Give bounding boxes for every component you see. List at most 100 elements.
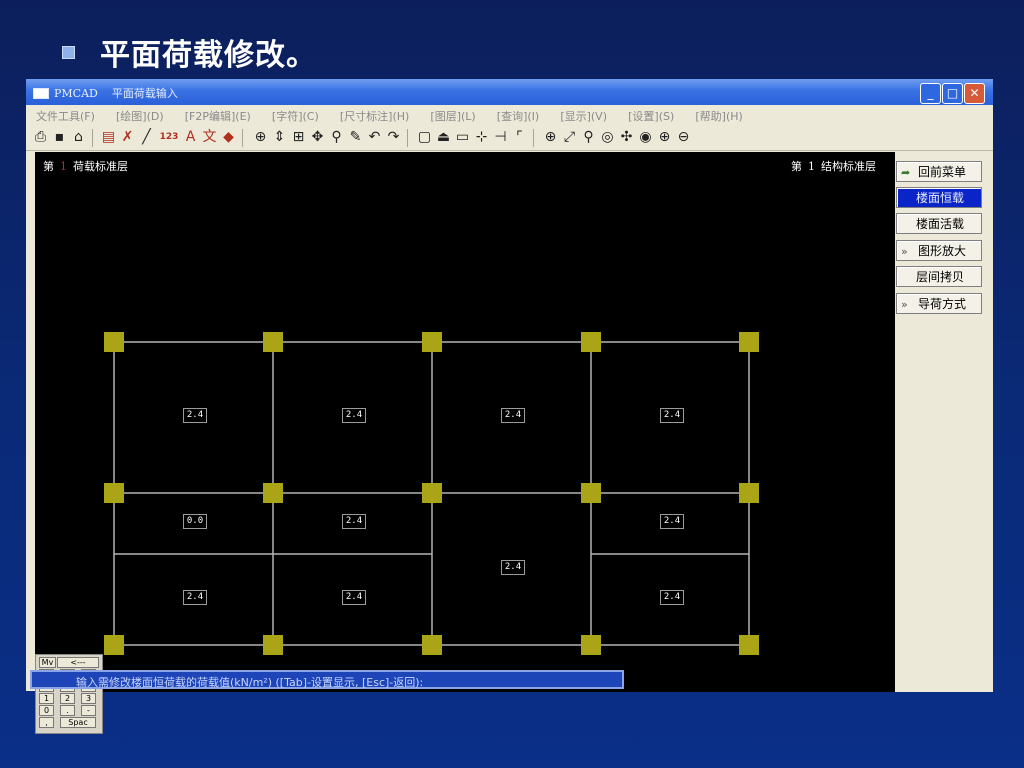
trim-icon[interactable]: ⊹ <box>473 129 490 146</box>
column <box>581 483 601 503</box>
menu-bar: 文件工具(F) [绘图](D) [F2P编辑](E) [字符](C) [尺寸标注… <box>26 105 993 126</box>
new-icon[interactable]: ▢ <box>416 129 433 146</box>
layer-icon[interactable]: ▤ <box>100 129 117 146</box>
toolbar: ⎙ ▪ ⌂ ▤ ✗ ╱ 123 A 文 ◆ ⊕ ⇕ ⊞ ✥ ⚲ ✎ ↶ ↷ ▢ … <box>26 126 993 151</box>
slab-load-value[interactable]: 2.4 <box>183 590 207 605</box>
toolbar-separator <box>407 129 408 147</box>
menu-text[interactable]: [字符](C) <box>272 108 319 124</box>
floor-plan-grid <box>104 332 759 655</box>
rectangle-icon[interactable]: ▭ <box>454 129 471 146</box>
numbering-icon[interactable]: 123 <box>158 129 180 146</box>
menu-layer[interactable]: [图层](L) <box>430 108 475 124</box>
app-name: PMCAD <box>54 87 98 100</box>
open-icon[interactable]: ⌂ <box>70 129 87 146</box>
zoom-realtime-icon[interactable]: ◉ <box>637 129 654 146</box>
key-2[interactable]: 2 <box>60 693 75 704</box>
slab-load-value[interactable]: 2.4 <box>660 590 684 605</box>
slab-load-value[interactable]: 2.4 <box>342 514 366 529</box>
column <box>263 483 283 503</box>
slide-bullet <box>62 46 75 59</box>
column <box>581 332 601 352</box>
color-icon[interactable]: ◆ <box>220 129 237 146</box>
key-1[interactable]: 1 <box>39 693 54 704</box>
grid-icon[interactable]: ⊕ <box>252 129 269 146</box>
zoom-out-icon[interactable]: ⊖ <box>675 129 692 146</box>
double-chevron-icon: » <box>901 245 908 258</box>
toolbar-separator <box>533 129 534 147</box>
key-3[interactable]: 3 <box>81 693 96 704</box>
menu-draw[interactable]: [绘图](D) <box>116 108 164 124</box>
side-btn-floor-dead-load[interactable]: 楼面恒载 <box>896 187 982 208</box>
key-space[interactable]: Spac <box>60 717 96 728</box>
key-0[interactable]: 0 <box>39 705 54 716</box>
pan-icon[interactable]: ✥ <box>309 129 326 146</box>
slide-title: 平面荷载修改。 <box>100 38 317 73</box>
close-button[interactable]: ✕ <box>964 83 985 104</box>
numeric-keypad: Mv <--- 7 8 9 4 5 6 1 2 3 0 . - , Spac <box>35 654 103 734</box>
zoom-all-icon[interactable]: ⤢ <box>561 129 578 146</box>
menu-query[interactable]: [查询](I) <box>497 108 539 124</box>
column <box>263 332 283 352</box>
key-mv[interactable]: Mv <box>39 657 56 668</box>
key-minus[interactable]: - <box>81 705 96 716</box>
array-icon[interactable]: ⊞ <box>290 129 307 146</box>
fillet-icon[interactable]: ⌜ <box>511 129 528 146</box>
menu-dimension[interactable]: [尺寸标注](H) <box>340 108 409 124</box>
edit-icon[interactable]: ✎ <box>347 129 364 146</box>
redo-icon[interactable]: ↷ <box>385 129 402 146</box>
snap-icon[interactable]: ⚲ <box>328 129 345 146</box>
column <box>422 332 442 352</box>
column <box>739 483 759 503</box>
line-icon[interactable]: ╱ <box>138 129 155 146</box>
side-menu: ➦ 回前菜单 楼面恒载 楼面活载 » 图形放大 层间拷贝 » 导荷方式 <box>895 152 993 692</box>
menu-help[interactable]: [帮助](H) <box>695 108 742 124</box>
zoom-dynamic-icon[interactable]: ◎ <box>599 129 616 146</box>
slab-load-value[interactable]: 2.4 <box>342 590 366 605</box>
font-icon[interactable]: 文 <box>201 129 218 146</box>
slab-load-value[interactable]: 2.4 <box>660 408 684 423</box>
print-icon[interactable]: ⎙ <box>32 129 49 146</box>
slab-load-value[interactable]: 2.4 <box>183 408 207 423</box>
key-backspace[interactable]: <--- <box>57 657 99 668</box>
window-caption: 平面荷载输入 <box>111 87 178 100</box>
toolbar-separator <box>92 129 93 147</box>
back-arrow-icon: ➦ <box>901 166 911 179</box>
zoom-in-icon[interactable]: ⊕ <box>656 129 673 146</box>
command-line[interactable]: 输入需修改楼面恒荷载的荷载值(kN/m²) ([Tab]-设置显示, [Esc]… <box>30 670 624 689</box>
key-dot[interactable]: . <box>60 705 75 716</box>
maximize-button[interactable]: □ <box>942 83 963 104</box>
pan-realtime-icon[interactable]: ✣ <box>618 129 635 146</box>
toolbar-separator <box>242 129 243 147</box>
move-icon[interactable]: ⇕ <box>271 129 288 146</box>
side-btn-load-mode[interactable]: » 导荷方式 <box>896 293 982 314</box>
column <box>104 635 124 655</box>
side-btn-zoom[interactable]: » 图形放大 <box>896 240 982 261</box>
undo-icon[interactable]: ↶ <box>366 129 383 146</box>
zoom-window-icon[interactable]: ⊕ <box>542 129 559 146</box>
double-chevron-icon: » <box>901 298 908 311</box>
text-icon[interactable]: A <box>182 129 199 146</box>
key-comma[interactable]: , <box>39 717 54 728</box>
save-icon[interactable]: ▪ <box>51 129 68 146</box>
menu-settings[interactable]: [设置](S) <box>628 108 674 124</box>
column <box>739 332 759 352</box>
menu-edit[interactable]: [F2P编辑](E) <box>185 108 251 124</box>
slab-load-value[interactable]: 2.4 <box>660 514 684 529</box>
drawing-canvas[interactable]: 第 1 荷载标准层 第 1 结构标准层 2.4 2.4 2.4 2.4 0.0 … <box>35 152 895 734</box>
side-btn-layer-copy[interactable]: 层间拷贝 <box>896 266 982 287</box>
side-btn-floor-live-load[interactable]: 楼面活载 <box>896 213 982 234</box>
slab-load-value[interactable]: 2.4 <box>501 408 525 423</box>
slab-load-value[interactable]: 2.4 <box>342 408 366 423</box>
slab-load-value[interactable]: 2.4 <box>501 560 525 575</box>
menu-display[interactable]: [显示](V) <box>560 108 607 124</box>
zoom-prev-icon[interactable]: ⚲ <box>580 129 597 146</box>
slab-load-value[interactable]: 0.0 <box>183 514 207 529</box>
extend-icon[interactable]: ⊣ <box>492 129 509 146</box>
column <box>104 332 124 352</box>
minimize-button[interactable]: _ <box>920 83 941 104</box>
erase-icon[interactable]: ⏏ <box>435 129 452 146</box>
menu-file[interactable]: 文件工具(F) <box>36 108 95 124</box>
column <box>422 483 442 503</box>
side-btn-back[interactable]: ➦ 回前菜单 <box>896 161 982 182</box>
clear-icon[interactable]: ✗ <box>119 129 136 146</box>
